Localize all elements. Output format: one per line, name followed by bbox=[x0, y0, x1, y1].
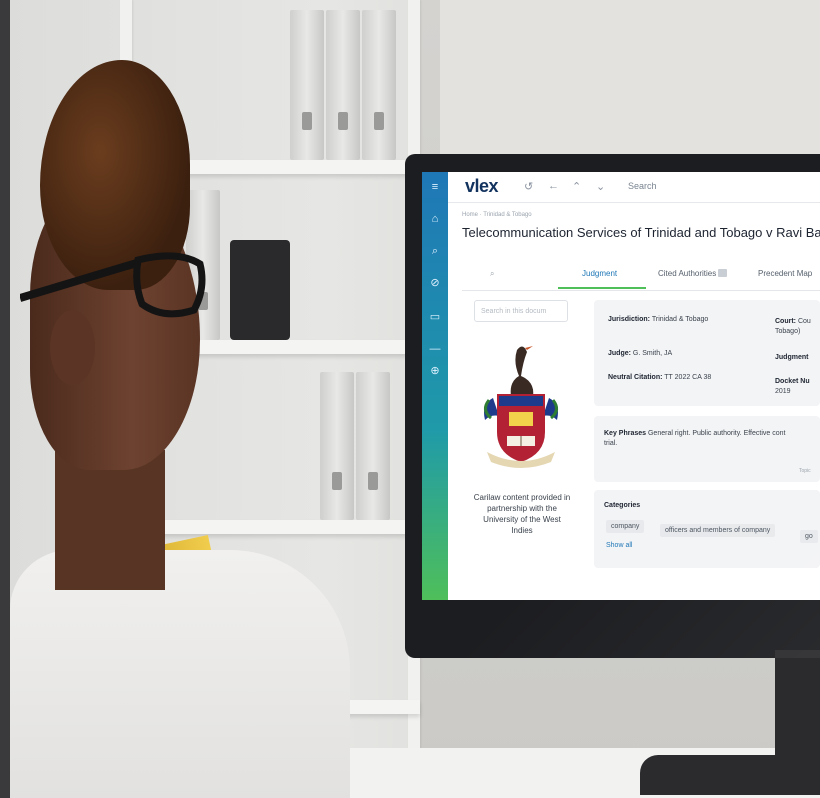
topic-link[interactable]: Topic bbox=[799, 468, 811, 474]
key-phrases-card: Key Phrases General right. Public author… bbox=[594, 416, 820, 482]
university-crest-logo bbox=[484, 346, 558, 468]
search-icon[interactable]: ⌕ bbox=[428, 244, 442, 258]
tab-cited-authorities[interactable]: Cited Authorities bbox=[658, 269, 716, 278]
window-light bbox=[440, 0, 820, 160]
neutral-citation-label: Neutral Citation: bbox=[608, 374, 663, 381]
topbar: vlex ↺ ← ⌃ ⌄ Search bbox=[448, 172, 820, 203]
history-icon[interactable]: ↺ bbox=[524, 180, 533, 193]
up-arrow-icon[interactable]: ⌃ bbox=[572, 180, 581, 193]
neck bbox=[55, 450, 165, 590]
judge-label: Judge: bbox=[608, 350, 631, 357]
judgment-date-label: Judgment bbox=[775, 354, 809, 361]
categories-heading: Categories bbox=[604, 502, 641, 509]
search-in-document-input[interactable]: Search in this docum bbox=[474, 300, 568, 322]
tab-bar: ⌕ Judgment Cited Authorities Precedent M… bbox=[462, 260, 820, 291]
jurisdiction-value: Trinidad & Tobago bbox=[651, 316, 709, 323]
home-icon[interactable]: ⌂ bbox=[428, 212, 442, 226]
active-tab-indicator bbox=[558, 287, 646, 289]
download-icon[interactable]: ⊕ bbox=[428, 364, 442, 378]
key-phrases: Key Phrases General right. Public author… bbox=[604, 430, 785, 437]
key-phrases-text: General right. Public authority. Effecti… bbox=[647, 430, 786, 437]
binder bbox=[362, 10, 396, 160]
metadata-card: Jurisdiction: Trinidad & Tobago Judge: G… bbox=[594, 300, 820, 406]
left-edge-border bbox=[0, 0, 10, 798]
eyeglasses bbox=[20, 252, 206, 318]
sidebar: ≡ ⌂ ⌕ ⊘ ▭ — ⊕ bbox=[422, 172, 448, 600]
tab-search-icon[interactable]: ⌕ bbox=[490, 269, 494, 279]
tab-judgment[interactable]: Judgment bbox=[582, 269, 617, 278]
menu-icon[interactable]: ≡ bbox=[428, 180, 442, 194]
provider-note: Carilaw content provided in partnership … bbox=[473, 493, 571, 535]
tab-precedent-map[interactable]: Precedent Map bbox=[758, 269, 812, 278]
docket-value: 2019 bbox=[775, 388, 791, 395]
count-badge bbox=[718, 269, 727, 277]
monitor-base bbox=[640, 755, 820, 795]
neutral-citation-value: TT 2022 CA 38 bbox=[664, 374, 712, 381]
judge-value: G. Smith, JA bbox=[632, 350, 673, 357]
jurisdiction-field: Jurisdiction: Trinidad & Tobago bbox=[608, 316, 708, 323]
jurisdiction-label: Jurisdiction: bbox=[608, 316, 651, 323]
categories-card: Categories company officers and members … bbox=[594, 490, 820, 568]
page-title: Telecommunication Services of Trinidad a… bbox=[462, 225, 820, 240]
category-chip[interactable]: officers and members of company bbox=[660, 524, 776, 537]
chat-icon[interactable]: ▭ bbox=[428, 310, 442, 324]
person bbox=[10, 30, 350, 798]
court-value-line2: Tobago) bbox=[775, 328, 801, 335]
show-all-link[interactable]: Show all bbox=[606, 542, 632, 549]
judge-field: Judge: G. Smith, JA bbox=[608, 350, 672, 357]
court-label: Court: bbox=[775, 318, 796, 325]
monitor-stand bbox=[775, 650, 820, 760]
court-field: Court: Cou bbox=[775, 318, 811, 325]
monitor-screen: ≡ ⌂ ⌕ ⊘ ▭ — ⊕ vlex ↺ ← ⌃ ⌄ Search Home ·… bbox=[422, 172, 820, 600]
compass-icon[interactable]: ⊘ bbox=[428, 276, 442, 290]
key-phrases-label: Key Phrases bbox=[604, 430, 647, 437]
breadcrumb[interactable]: Home · Trinidad & Tobago bbox=[462, 212, 532, 218]
key-phrases-text-line2: trial. bbox=[604, 440, 618, 447]
search-input[interactable]: Search bbox=[628, 181, 657, 191]
photo-scene: ≡ ⌂ ⌕ ⊘ ▭ — ⊕ vlex ↺ ← ⌃ ⌄ Search Home ·… bbox=[0, 0, 820, 798]
binder bbox=[356, 372, 390, 520]
down-arrow-icon[interactable]: ⌄ bbox=[596, 180, 605, 193]
vlex-logo[interactable]: vlex bbox=[465, 176, 499, 197]
category-chip[interactable]: company bbox=[606, 520, 645, 533]
neutral-citation-field: Neutral Citation: TT 2022 CA 38 bbox=[608, 374, 711, 381]
category-chip[interactable]: go bbox=[800, 530, 818, 543]
docket-label: Docket Nu bbox=[775, 378, 810, 385]
court-value: Cou bbox=[797, 318, 811, 325]
divider-icon: — bbox=[429, 343, 441, 355]
back-arrow-icon[interactable]: ← bbox=[548, 180, 559, 192]
